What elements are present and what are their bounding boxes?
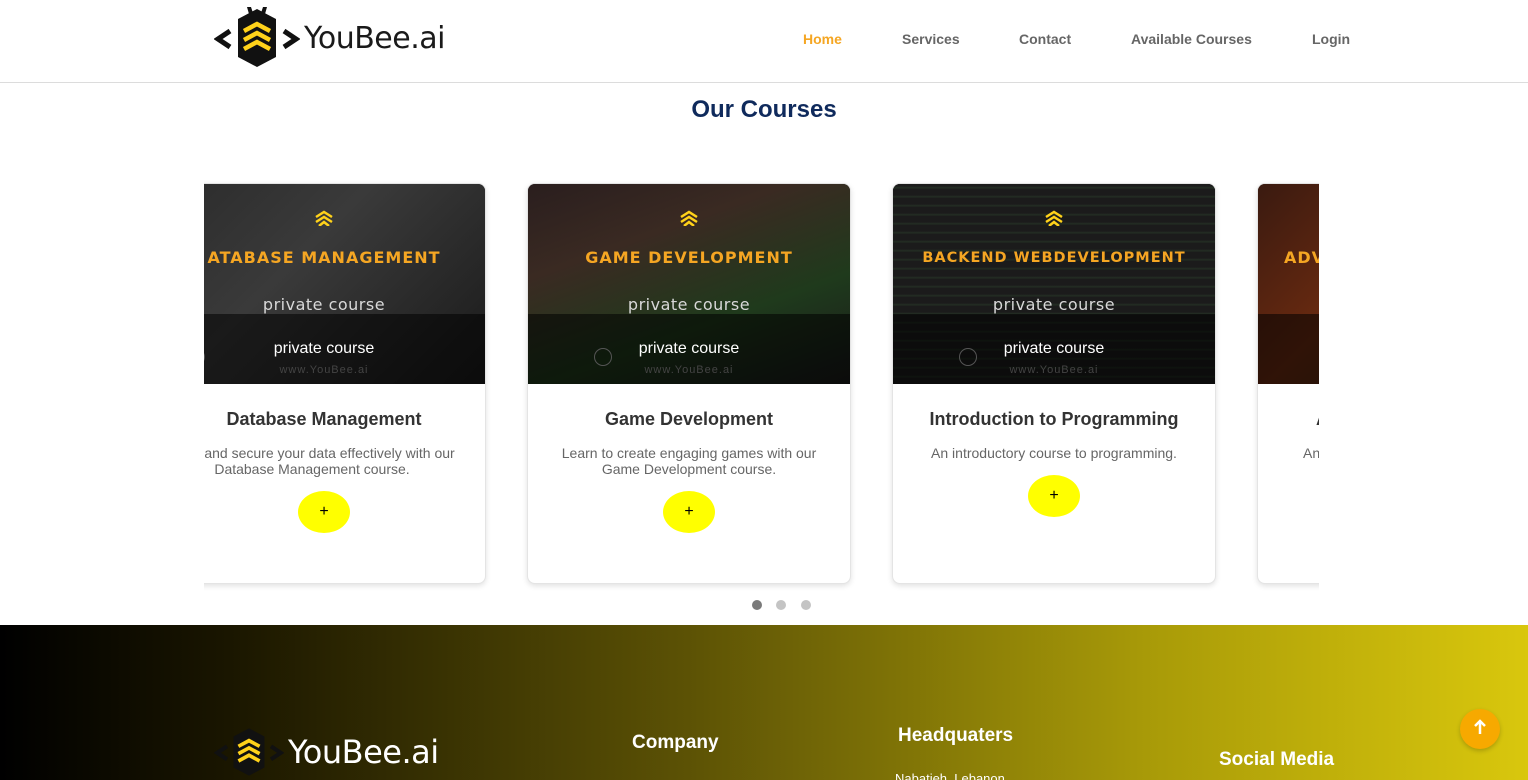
overlay-label: private course: [1003, 340, 1105, 357]
pagination-dot-1[interactable]: [752, 600, 762, 610]
overlay-label: private course: [638, 340, 740, 357]
course-image-subtitle: private course: [992, 295, 1116, 314]
add-course-button[interactable]: +: [298, 491, 350, 533]
course-card-game-development: GAME DEVELOPMENT private course www.YouB…: [527, 183, 851, 584]
add-course-button[interactable]: +: [663, 491, 715, 533]
course-image-title: ADV: [1284, 248, 1319, 267]
course-image-subtitle: private course: [262, 295, 386, 314]
pagination-dot-3[interactable]: [801, 600, 811, 610]
course-description: An introductory course to programming.: [931, 445, 1177, 461]
nav-services[interactable]: Services: [902, 31, 960, 47]
nav-login[interactable]: Login: [1312, 31, 1350, 47]
bee-icon: [315, 210, 333, 226]
overlay-label: private course: [273, 340, 375, 357]
site-header: YouBee.ai Home Services Contact Availabl…: [0, 0, 1528, 83]
course-image-subtitle: private course: [627, 295, 751, 314]
watermark-url: www.YouBee.ai: [1009, 364, 1099, 376]
pagination-dot-2[interactable]: [776, 600, 786, 610]
footer-social-heading: Social Media: [1219, 749, 1335, 770]
watermark-url: www.YouBee.ai: [279, 364, 369, 376]
course-image: BACKEND WEBDEVELOPMENT private course ww…: [893, 184, 1215, 384]
footer-logo[interactable]: YouBee.ai: [214, 724, 439, 780]
course-description: An: [1303, 445, 1319, 461]
carousel-pagination: [0, 600, 1528, 612]
nav-contact[interactable]: Contact: [1019, 31, 1071, 47]
nav-available-courses[interactable]: Available Courses: [1131, 31, 1252, 47]
course-description: Learn to create engaging games with our …: [561, 445, 817, 477]
course-image: ADV: [1258, 184, 1319, 384]
course-image-title: ATABASE MANAGEMENT: [207, 248, 441, 267]
course-image: ATABASE MANAGEMENT private course www.Yo…: [204, 184, 485, 384]
courses-section-title: Our Courses: [691, 96, 837, 123]
footer-company-heading: Company: [632, 732, 719, 753]
bee-icon: [680, 210, 698, 226]
image-overlay: [1258, 314, 1319, 384]
course-title: Database Management: [226, 409, 422, 429]
footer-headquarters-address: Nabatieh, Lebanon: [895, 771, 1005, 780]
course-image-title: BACKEND WEBDEVELOPMENT: [922, 250, 1186, 266]
course-title: Game Development: [604, 409, 774, 429]
course-title: Introduction to Programming: [929, 409, 1179, 429]
bee-logo-icon: [214, 728, 284, 776]
scroll-to-top-button[interactable]: [1460, 709, 1500, 749]
course-title: A: [1316, 409, 1319, 430]
add-course-button[interactable]: +: [1028, 475, 1080, 517]
bee-icon: [1045, 210, 1063, 226]
nav-home[interactable]: Home: [803, 31, 842, 47]
course-card-database-management: ATABASE MANAGEMENT private course www.Yo…: [204, 183, 486, 584]
arrow-up-icon: [1474, 718, 1486, 734]
course-image: GAME DEVELOPMENT private course www.YouB…: [528, 184, 850, 384]
main-nav: Home Services Contact Available Courses …: [0, 31, 1528, 51]
site-footer: YouBee.ai Company Headquaters Nabatieh, …: [0, 625, 1528, 780]
course-image-title: GAME DEVELOPMENT: [585, 248, 793, 267]
footer-logo-text: YouBee.ai: [288, 733, 439, 771]
course-card-partial: ADV A An: [1257, 183, 1319, 584]
course-description: nage and secure your data effectively wi…: [204, 445, 455, 477]
courses-carousel[interactable]: ATABASE MANAGEMENT private course www.Yo…: [204, 170, 1319, 595]
footer-headquarters-heading: Headquaters: [898, 725, 1014, 746]
course-card-introduction-to-programming: BACKEND WEBDEVELOPMENT private course ww…: [892, 183, 1216, 584]
watermark-url: www.YouBee.ai: [644, 364, 734, 376]
